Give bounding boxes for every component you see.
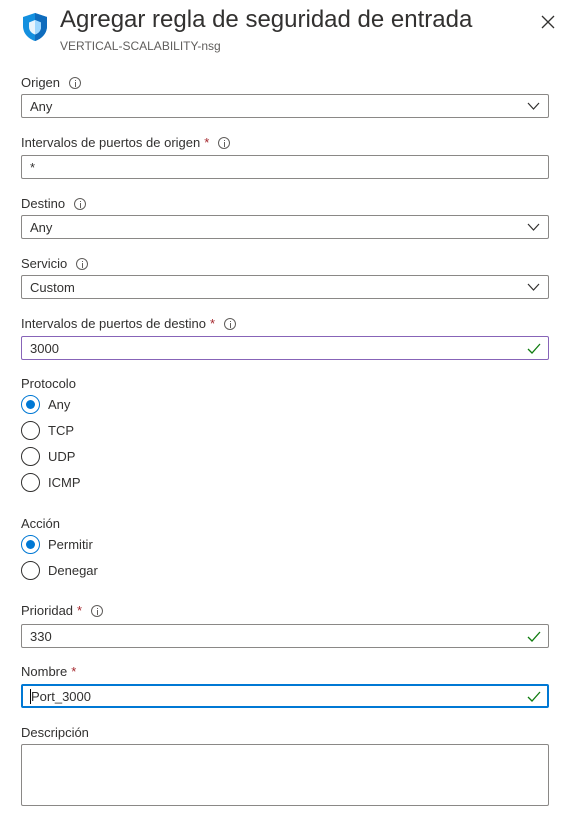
descripcion-label: Descripción [21,725,89,740]
servicio-value: Custom [30,279,75,295]
origen-value: Any [30,98,53,114]
nombre-value: Port_3000 [31,688,91,704]
protocolo-option-any[interactable]: Any [21,395,70,414]
descripcion-textarea[interactable] [21,744,549,806]
chevron-down-icon [527,102,540,110]
nombre-input[interactable]: Port_3000 [21,684,549,708]
accion-label-row: Acción [21,516,60,531]
puertos-destino-label: Intervalos de puertos de destino [21,316,207,331]
radio-label: Permitir [48,537,93,552]
origen-label-row: Origen [21,75,82,90]
info-icon[interactable] [76,257,89,270]
required-mark: * [71,664,77,679]
nombre-label: Nombre [21,664,68,679]
radio-unselected-icon [21,473,40,492]
protocolo-option-tcp[interactable]: TCP [21,421,74,440]
radio-selected-icon [21,535,40,554]
protocolo-label-row: Protocolo [21,376,76,391]
accion-label: Acción [21,516,61,531]
info-icon[interactable] [218,136,231,149]
radio-unselected-icon [21,421,40,440]
prioridad-input[interactable]: 330 [21,624,549,648]
puertos-origen-label: Intervalos de puertos de origen [21,135,201,150]
nombre-label-row: Nombre * [21,664,76,679]
info-icon[interactable] [69,76,82,89]
destino-label: Destino [21,196,66,211]
close-icon[interactable] [540,14,556,30]
servicio-label: Servicio [21,256,68,271]
radio-label: Any [48,397,71,412]
info-icon[interactable] [91,604,104,617]
radio-label: Denegar [48,563,98,578]
puertos-origen-input[interactable]: * [21,155,549,179]
radio-unselected-icon [21,447,40,466]
origen-label: Origen [21,75,61,90]
info-icon[interactable] [74,197,87,210]
protocolo-option-udp[interactable]: UDP [21,447,75,466]
puertos-origen-label-row: Intervalos de puertos de origen * [21,135,231,150]
servicio-dropdown[interactable]: Custom [21,275,549,299]
puertos-destino-input[interactable]: 3000 [21,336,549,360]
prioridad-value: 330 [30,628,52,644]
accion-option-denegar[interactable]: Denegar [21,561,98,580]
accion-option-permitir[interactable]: Permitir [21,535,93,554]
puertos-destino-label-row: Intervalos de puertos de destino * [21,316,237,331]
radio-label: TCP [48,423,74,438]
radio-label: UDP [48,449,76,464]
page-title: Agregar regla de seguridad de entrada [60,6,473,33]
checkmark-icon [527,631,541,642]
chevron-down-icon [527,223,540,231]
required-mark: * [77,603,83,618]
panel-header: Agregar regla de seguridad de entrada VE… [0,0,561,60]
required-mark: * [204,135,210,150]
origen-dropdown[interactable]: Any [21,94,549,118]
chevron-down-icon [527,283,540,291]
destino-label-row: Destino [21,196,87,211]
destino-value: Any [30,219,53,235]
servicio-label-row: Servicio [21,256,89,271]
radio-unselected-icon [21,561,40,580]
puertos-destino-value: 3000 [30,340,59,356]
protocolo-option-icmp[interactable]: ICMP [21,473,81,492]
protocolo-label: Protocolo [21,376,76,391]
radio-label: ICMP [48,475,81,490]
destino-dropdown[interactable]: Any [21,215,549,239]
checkmark-icon [527,343,541,354]
required-mark: * [210,316,216,331]
prioridad-label: Prioridad [21,603,74,618]
page-subtitle: VERTICAL-SCALABILITY-nsg [60,39,221,53]
info-icon[interactable] [224,317,237,330]
prioridad-label-row: Prioridad * [21,603,104,618]
radio-selected-icon [21,395,40,414]
puertos-origen-value: * [30,159,36,175]
shield-icon [23,13,47,41]
checkmark-icon [527,691,541,702]
descripcion-label-row: Descripción [21,725,89,740]
